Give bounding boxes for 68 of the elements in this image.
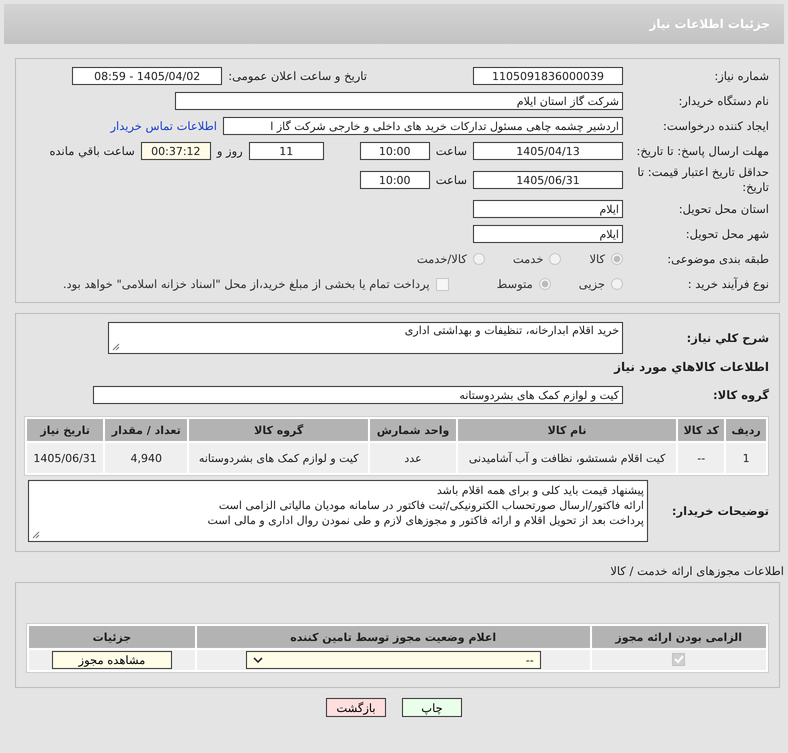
field-label: توضیحات خریدار: <box>670 504 769 518</box>
table-cell: 1405/06/31 <box>27 443 104 473</box>
field-label: شهر محل تحویل: <box>684 226 769 242</box>
province-field: ایلام <box>473 200 623 218</box>
column-header: اعلام وضعیت مجوز توسط تامین کننده <box>196 626 590 648</box>
city-field: ایلام <box>473 225 623 243</box>
note-line: پیشنهاد قیمت باید کلی و برای همه اقلام باشد <box>436 483 644 498</box>
field-label: نام دستگاه خریدار: <box>677 94 769 108</box>
process-radio[interactable]: جزیی <box>578 277 623 291</box>
validity-time-field: 10:00 <box>360 171 430 189</box>
deadline-time-field: 10:00 <box>360 142 430 160</box>
field-label: تاریخ و ساعت اعلان عمومی: <box>228 69 367 83</box>
field-label: حداقل تاریخ اعتبار قیمت: تا تاریخ: <box>636 165 769 195</box>
resize-grip-icon[interactable] <box>111 342 120 351</box>
chevron-down-icon <box>252 656 263 664</box>
field-label: مهلت ارسال پاسخ: تا تاریخ: <box>635 144 769 158</box>
time-label: ساعت <box>436 173 467 187</box>
field-label: طبقه بندی موضوعی: <box>666 252 769 266</box>
view-permit-button[interactable]: مشاهده مجوز <box>52 651 172 669</box>
field-label: گروه کالا: <box>712 388 769 402</box>
field-label: نوع فرآیند خرید : <box>686 276 769 292</box>
note-line: ارائه فاکتور/ارسال صورتحساب الکترونیکی/ثبت فاکتور در سامانه مودیان مالیاتی الزامی است <box>218 498 644 513</box>
field-label: ایجاد کننده درخواست: <box>662 118 769 134</box>
announce-date-field: 1405/04/02 - 08:59 <box>72 67 222 85</box>
column-header: کد کالا <box>678 419 724 441</box>
column-header: تاریخ نیاز <box>27 419 104 441</box>
section-title: اطلاعات کالاهاي مورد نياز <box>612 360 769 374</box>
summary-field: خرید اقلام ابدارخانه، تنظیفات و بهداشتی اداری <box>108 322 623 354</box>
column-header: نام کالا <box>458 419 676 441</box>
buyer-contact-link[interactable]: اطلاعات تماس خریدار <box>110 119 217 133</box>
remaining-label: ساعت باقي مانده <box>50 144 135 158</box>
table-cell: عدد <box>370 443 456 473</box>
note-line: پرداخت بعد از تحویل اقلام و ارائه فاکتور و مجوزهای لازم و طی نمودن روال اداری و مالی است <box>206 513 644 528</box>
payment-checkbox[interactable]: پرداخت تمام یا بخشی از مبلغ خرید،از محل "اسناد خزانه اسلامی" خواهد بود. <box>62 277 449 291</box>
goods-group-field: کیت و لوازم کمک های بشردوستانه <box>93 386 623 404</box>
table-cell: 4,940 <box>105 443 188 473</box>
section-title: اطلاعات مجوزهای ارائه خدمت / کالا <box>609 564 785 578</box>
column-header: گروه کالا <box>189 419 368 441</box>
category-radio[interactable]: کالا <box>589 252 623 266</box>
required-checkbox[interactable] <box>672 652 686 666</box>
validity-date-field: 1405/06/31 <box>473 171 623 189</box>
category-radio[interactable]: کالا/خدمت <box>416 252 485 266</box>
print-button[interactable]: چاپ <box>402 698 462 717</box>
remaining-time-field: 00:37:12 <box>140 142 211 160</box>
column-header: تعداد / مقدار <box>105 419 188 441</box>
column-header: جزئیات <box>29 626 195 648</box>
table-cell: 1 <box>726 443 766 473</box>
days-label: روز و <box>216 144 243 158</box>
deadline-date-field: 1405/04/13 <box>473 142 623 160</box>
column-header: واحد شمارش <box>370 419 456 441</box>
table-cell: کیت و لوازم کمک های بشردوستانه <box>189 443 368 473</box>
column-header: ردیف <box>726 419 766 441</box>
category-radio[interactable]: خدمت <box>512 252 562 266</box>
column-header: الزامی بودن ارائه مجوز <box>592 626 766 648</box>
creator-field: اردشیر چشمه چاهی مسئول تدارکات خرید های داخلی و خارجی شرکت گاز ا <box>223 117 623 135</box>
buyer-org-field: شرکت گاز استان ایلام <box>175 92 623 110</box>
status-dropdown[interactable]: -- <box>246 651 541 669</box>
back-button[interactable]: بازگشت <box>326 698 386 717</box>
field-label: شماره نیاز: <box>713 68 769 84</box>
table-cell: کیت اقلام شستشو، نظافت و آب آشامیدنی <box>458 443 676 473</box>
days-field: 11 <box>248 142 324 160</box>
process-radio[interactable]: متوسط <box>496 277 551 291</box>
time-label: ساعت <box>436 144 467 158</box>
field-label: شرح کلي نياز: <box>686 330 769 346</box>
field-label: استان محل تحویل: <box>678 202 769 216</box>
need-number-field: 1105091836000039 <box>473 67 623 85</box>
table-cell: -- <box>678 443 724 473</box>
resize-grip-icon[interactable] <box>31 530 40 539</box>
